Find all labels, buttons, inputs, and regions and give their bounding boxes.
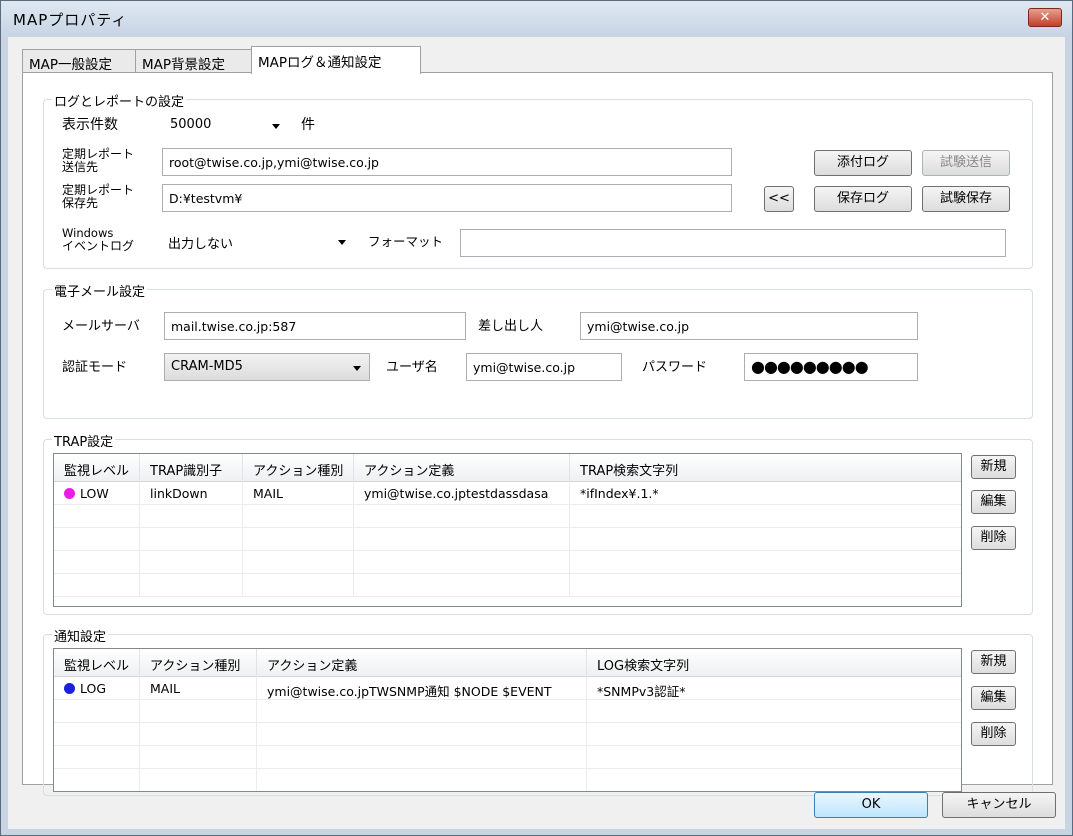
trap-edit-button[interactable]: 編集 bbox=[971, 490, 1016, 514]
notify-table[interactable]: 監視レベル アクション種別 アクション定義 LOG検索文字列 LOG MAIL … bbox=[53, 648, 962, 792]
column-header[interactable]: TRAP識別子 bbox=[140, 454, 243, 482]
username-label: ユーザ名 bbox=[386, 360, 438, 375]
attach-log-button[interactable]: 添付ログ bbox=[814, 150, 912, 176]
tab-map-background[interactable]: MAP背景設定 bbox=[135, 49, 252, 73]
level-text: LOG bbox=[80, 681, 107, 696]
notify-new-button[interactable]: 新規 bbox=[971, 650, 1016, 674]
mail-server-label: メールサーバ bbox=[62, 319, 140, 334]
username-input[interactable] bbox=[466, 353, 622, 381]
empty-row bbox=[54, 769, 961, 791]
tab-label: MAP一般設定 bbox=[29, 57, 113, 73]
column-header[interactable]: アクション種別 bbox=[140, 649, 257, 677]
empty-row bbox=[54, 574, 961, 597]
trap-table-header: 監視レベル TRAP識別子 アクション種別 アクション定義 TRAP検索文字列 bbox=[54, 454, 961, 482]
table-cell-level: LOG bbox=[54, 677, 140, 700]
display-count-value: 50000 bbox=[170, 117, 212, 132]
tab-label: MAPログ＆通知設定 bbox=[258, 55, 382, 71]
table-row[interactable]: LOW linkDown MAIL ymi@twise.co.jptestdas… bbox=[54, 482, 961, 505]
table-cell: MAIL bbox=[243, 482, 354, 505]
log-report-group: ログとレポートの設定 表示件数 50000 件 定期レポート 送信先 添付ログ … bbox=[43, 91, 1033, 269]
format-label: フォーマット bbox=[368, 234, 444, 249]
format-input[interactable] bbox=[460, 229, 1006, 257]
empty-row bbox=[54, 528, 961, 551]
notify-table-header: 監視レベル アクション種別 アクション定義 LOG検索文字列 bbox=[54, 649, 961, 677]
dialog-client: MAP一般設定 MAP背景設定 MAPログ＆通知設定 ログとレポートの設定 表示… bbox=[8, 37, 1065, 829]
display-count-label: 表示件数 bbox=[62, 117, 118, 133]
mail-server-input[interactable] bbox=[164, 312, 466, 340]
report-send-label-line2: 送信先 bbox=[62, 160, 99, 174]
eventlog-select[interactable]: 出力しない bbox=[162, 228, 354, 256]
group-legend: 通知設定 bbox=[52, 626, 109, 645]
password-input[interactable]: ●●●●●●●●● bbox=[744, 353, 918, 381]
password-label: パスワード bbox=[642, 360, 708, 375]
table-row[interactable]: LOG MAIL ymi@twise.co.jpTWSNMP通知 $NODE $… bbox=[54, 677, 961, 700]
tab-map-log-notify[interactable]: MAPログ＆通知設定 bbox=[251, 46, 421, 74]
chevron-down-icon bbox=[338, 240, 346, 245]
test-save-button[interactable]: 試験保存 bbox=[922, 186, 1010, 212]
ok-button[interactable]: OK bbox=[814, 792, 928, 818]
eventlog-label-line2: イベントログ bbox=[62, 239, 135, 253]
status-dot-icon bbox=[64, 488, 75, 499]
column-header[interactable]: 監視レベル bbox=[54, 649, 140, 677]
report-save-label-line2: 保存先 bbox=[62, 196, 99, 210]
column-header[interactable]: 監視レベル bbox=[54, 454, 140, 482]
notify-edit-button[interactable]: 編集 bbox=[971, 686, 1016, 710]
empty-row bbox=[54, 700, 961, 723]
email-group: 電子メール設定 メールサーバ 差し出し人 認証モード CRAM-MD5 ユーザ名… bbox=[43, 281, 1033, 419]
title-bar: MAPプロパティ ✕ bbox=[1, 1, 1072, 37]
column-header[interactable]: LOG検索文字列 bbox=[587, 649, 961, 677]
tab-panel: ログとレポートの設定 表示件数 50000 件 定期レポート 送信先 添付ログ … bbox=[22, 72, 1053, 796]
tab-label: MAP背景設定 bbox=[142, 57, 226, 73]
auth-mode-label: 認証モード bbox=[62, 360, 128, 375]
report-send-input[interactable] bbox=[162, 148, 732, 176]
close-button[interactable]: ✕ bbox=[1028, 8, 1062, 27]
sender-input[interactable] bbox=[580, 312, 918, 340]
save-log-button[interactable]: 保存ログ bbox=[814, 186, 912, 212]
sender-label: 差し出し人 bbox=[478, 319, 544, 334]
notify-group: 通知設定 監視レベル アクション種別 アクション定義 LOG検索文字列 LOG … bbox=[43, 626, 1033, 796]
close-icon: ✕ bbox=[1039, 10, 1051, 25]
table-cell: *SNMPv3認証* bbox=[587, 677, 961, 700]
column-header[interactable]: TRAP検索文字列 bbox=[570, 454, 961, 482]
empty-row bbox=[54, 505, 961, 528]
table-cell-level: LOW bbox=[54, 482, 140, 505]
chevron-down-icon bbox=[272, 124, 280, 129]
tab-map-general[interactable]: MAP一般設定 bbox=[22, 49, 136, 73]
column-header[interactable]: アクション種別 bbox=[243, 454, 354, 482]
group-legend: TRAP設定 bbox=[52, 431, 116, 450]
empty-row bbox=[54, 551, 961, 574]
level-text: LOW bbox=[80, 486, 109, 501]
properties-window: MAPプロパティ ✕ MAP一般設定 MAP背景設定 MAPログ＆通知設定 ログ… bbox=[0, 0, 1073, 836]
trap-table[interactable]: 監視レベル TRAP識別子 アクション種別 アクション定義 TRAP検索文字列 … bbox=[53, 453, 962, 607]
table-cell: ymi@twise.co.jpTWSNMP通知 $NODE $EVENT bbox=[257, 677, 587, 700]
group-legend: 電子メール設定 bbox=[52, 281, 148, 300]
browse-button[interactable]: << bbox=[764, 186, 794, 212]
display-count-unit: 件 bbox=[301, 117, 315, 133]
report-save-input[interactable] bbox=[162, 184, 732, 212]
table-cell: linkDown bbox=[140, 482, 243, 505]
trap-new-button[interactable]: 新規 bbox=[971, 455, 1016, 479]
cancel-button[interactable]: キャンセル bbox=[942, 792, 1056, 818]
eventlog-value: 出力しない bbox=[168, 237, 234, 252]
status-dot-icon bbox=[64, 683, 75, 694]
auth-mode-select[interactable]: CRAM-MD5 bbox=[164, 353, 370, 381]
empty-row bbox=[54, 746, 961, 769]
group-legend: ログとレポートの設定 bbox=[52, 91, 187, 110]
trap-group: TRAP設定 監視レベル TRAP識別子 アクション種別 アクション定義 TRA… bbox=[43, 431, 1033, 615]
trap-delete-button[interactable]: 削除 bbox=[971, 526, 1016, 550]
window-title: MAPプロパティ bbox=[13, 11, 128, 29]
notify-delete-button[interactable]: 削除 bbox=[971, 722, 1016, 746]
display-count-select[interactable]: 50000 bbox=[164, 112, 294, 140]
auth-mode-value: CRAM-MD5 bbox=[171, 359, 243, 374]
column-header[interactable]: アクション定義 bbox=[257, 649, 587, 677]
column-header[interactable]: アクション定義 bbox=[354, 454, 570, 482]
password-value: ●●●●●●●●● bbox=[751, 357, 869, 376]
table-cell: ymi@twise.co.jptestdassdasa bbox=[354, 482, 570, 505]
test-send-button[interactable]: 試験送信 bbox=[922, 150, 1010, 176]
empty-row bbox=[54, 723, 961, 746]
table-cell: *ifIndex¥.1.* bbox=[570, 482, 961, 505]
table-cell: MAIL bbox=[140, 677, 257, 700]
chevron-down-icon bbox=[353, 366, 361, 371]
